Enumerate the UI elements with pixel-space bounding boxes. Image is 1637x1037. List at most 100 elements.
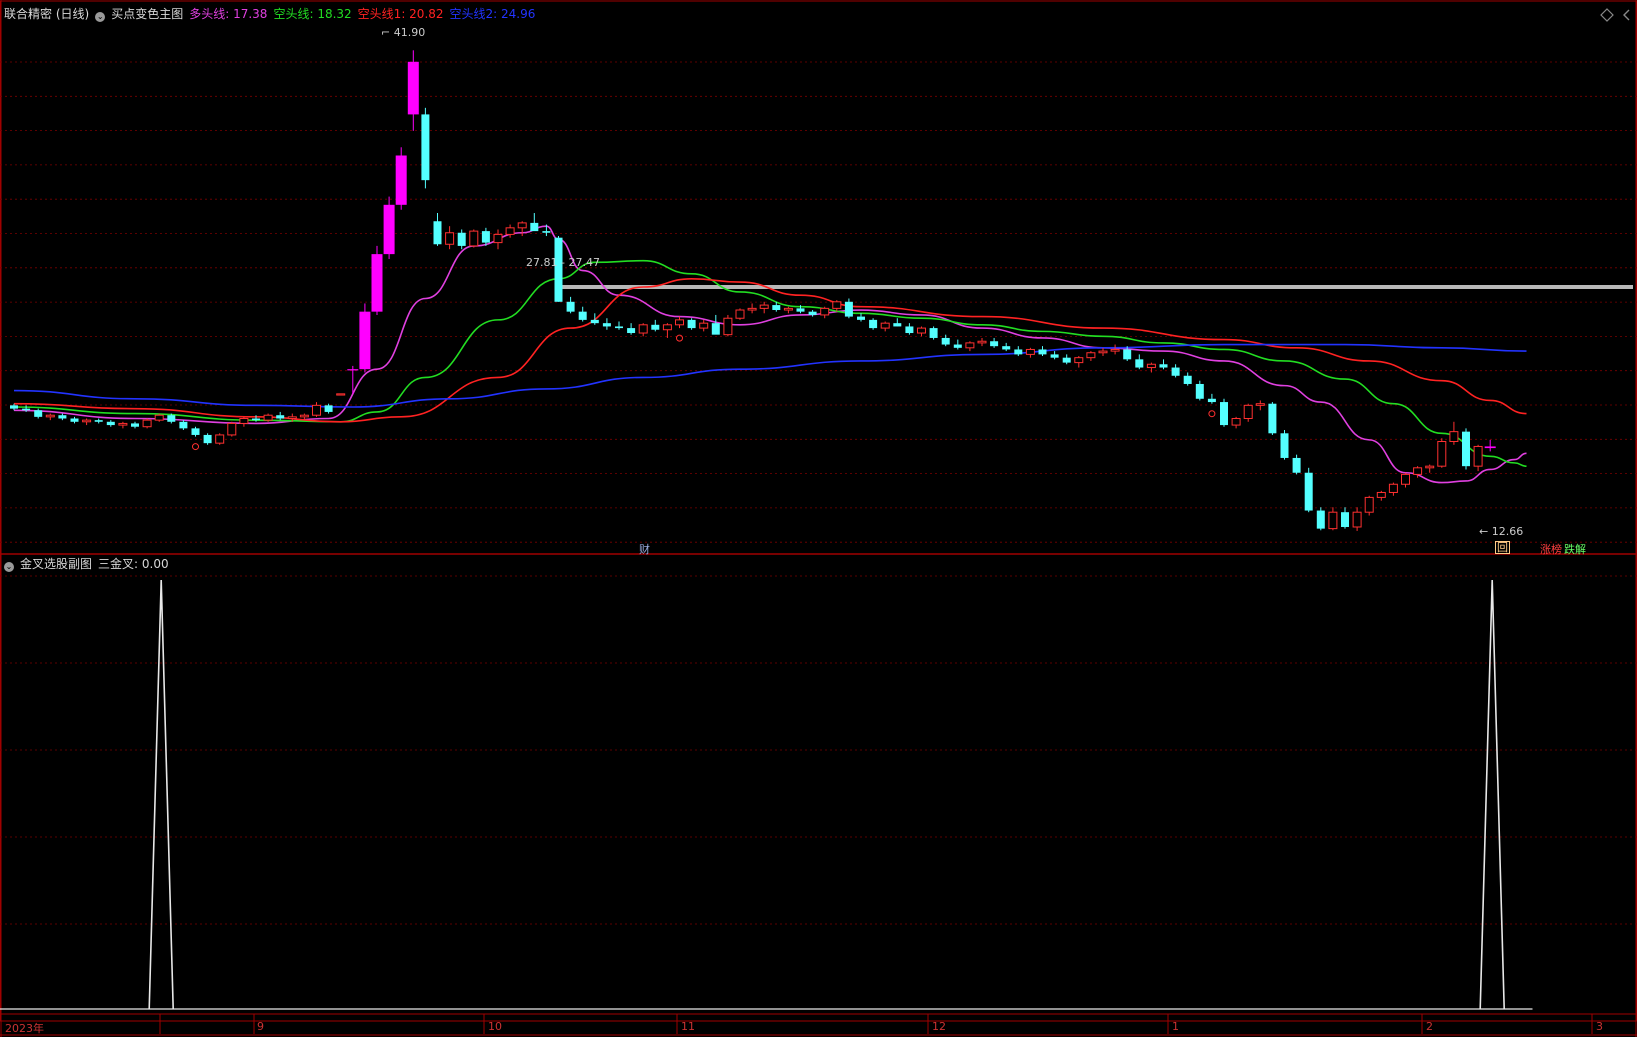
ma-line-0 (13, 225, 1527, 484)
tag-zhangbang[interactable]: 涨榜 (1540, 541, 1562, 557)
candle-body (783, 307, 793, 311)
candle-body (421, 114, 430, 181)
candle-body (1255, 403, 1265, 406)
candle-body (1038, 349, 1047, 355)
candle-body (893, 323, 902, 327)
candle-body (977, 340, 987, 344)
candle-body (747, 307, 757, 311)
candle-body (602, 323, 611, 327)
candle-body (94, 420, 103, 422)
candle-body (22, 408, 31, 411)
sub-indicator-value: 0.00 (141, 557, 169, 571)
candle-body (796, 308, 805, 312)
candle-body (675, 319, 684, 326)
candle-body (808, 311, 817, 315)
candle-body (1425, 465, 1435, 469)
candle-body (433, 221, 442, 245)
x-label-dec: 12 (932, 1020, 946, 1033)
x-label-nov: 11 (681, 1020, 695, 1033)
candle-body (1146, 363, 1156, 369)
candle-body (1341, 512, 1349, 527)
panel-settings-icon[interactable] (1600, 7, 1614, 22)
line-bear2-label: 空头线2 (449, 7, 494, 21)
candle-body (154, 414, 164, 421)
candle-body (772, 305, 781, 311)
signal-circle-marker (676, 334, 683, 342)
sub-indicator-toggle-icon[interactable]: ⌄ (4, 562, 14, 572)
candle-body (1376, 491, 1386, 498)
candle-body (542, 231, 551, 233)
line-bear-label: 空头线 (273, 7, 310, 21)
line-bear1-value: 20.82 (409, 7, 444, 21)
tag-cai[interactable]: 财 (639, 541, 650, 557)
candle-body (1014, 349, 1023, 355)
candle-body (1401, 473, 1410, 485)
candle-body (1304, 472, 1313, 511)
candle-body (1171, 367, 1180, 376)
panel-expand-icon[interactable] (1620, 7, 1634, 21)
candle-body (651, 324, 660, 330)
indicator-toggle-icon[interactable]: ⌄ (95, 12, 106, 22)
candle-body (82, 419, 92, 423)
candle-body (45, 414, 55, 418)
stock-title[interactable]: 联合精密 (日线) (4, 7, 89, 21)
candle-body (1280, 433, 1289, 458)
candle-body (711, 323, 720, 335)
candle-body (239, 418, 249, 424)
candle-body (445, 232, 455, 245)
candle-body (1462, 431, 1470, 467)
line-bear1: 空头线1: 20.82 (357, 7, 444, 21)
sub-spike (148, 579, 174, 1010)
candle-body (142, 419, 152, 428)
candle-body (566, 301, 575, 312)
candle-body (1413, 467, 1423, 475)
candle-body (1231, 418, 1241, 426)
high-value: 41.90 (393, 26, 426, 39)
candle-body (1449, 431, 1459, 443)
tag-diejie[interactable]: 跌解 (1564, 541, 1586, 557)
candle-body (1220, 402, 1228, 426)
candle-body (131, 423, 139, 427)
candle-body (1292, 457, 1301, 473)
candle-body (1243, 404, 1253, 420)
candle-body (880, 322, 890, 329)
sub-indicator-name[interactable]: 金叉选股副图 (20, 557, 92, 571)
candle-body (1473, 445, 1483, 467)
candle-body (820, 307, 830, 316)
signal-circle-marker (1208, 410, 1216, 418)
indicator-name[interactable]: 买点变色主图 (111, 7, 183, 21)
line-bear-value: 18.32 (317, 7, 352, 21)
line-bull-label: 多头线 (189, 7, 226, 21)
candle-body (215, 434, 225, 444)
candle-body (58, 415, 67, 419)
candle-body (252, 418, 260, 421)
sub-panel-header: ⌄ 金叉选股副图 三金叉: 0.00 (4, 556, 175, 572)
candle-body (457, 232, 466, 246)
low-annotation: ← 12.66 (1479, 525, 1524, 538)
candle-body (627, 328, 636, 334)
candle-body (869, 319, 878, 329)
line-bear2-value: 24.96 (501, 7, 536, 21)
candle-body (1268, 403, 1277, 434)
candle-body (70, 418, 79, 422)
candle-body (1002, 346, 1011, 350)
candle-body (10, 405, 18, 409)
candle-body (699, 322, 709, 329)
candle-body (359, 311, 371, 370)
x-label-oct: 10 (488, 1020, 502, 1033)
x-label-mar: 3 (1596, 1020, 1603, 1033)
candle-body (662, 324, 672, 331)
candle-body (1195, 383, 1204, 399)
tag-hui[interactable]: 回 (1495, 541, 1510, 554)
candle-body (1183, 375, 1192, 384)
line-bear2: 空头线2: 24.96 (449, 7, 536, 21)
candle-body (1316, 510, 1325, 529)
ma-line-1 (13, 259, 1527, 467)
x-label-feb: 2 (1426, 1020, 1433, 1033)
main-panel-header: 联合精密 (日线) ⌄ 买点变色主图 多头线: 17.38 空头线: 18.32 空头线1… (4, 6, 541, 22)
candle-body (1328, 511, 1338, 530)
candle-body (953, 344, 962, 348)
candle-body (395, 155, 407, 205)
low-value: 12.66 (1491, 525, 1524, 538)
candle-body (615, 326, 623, 329)
